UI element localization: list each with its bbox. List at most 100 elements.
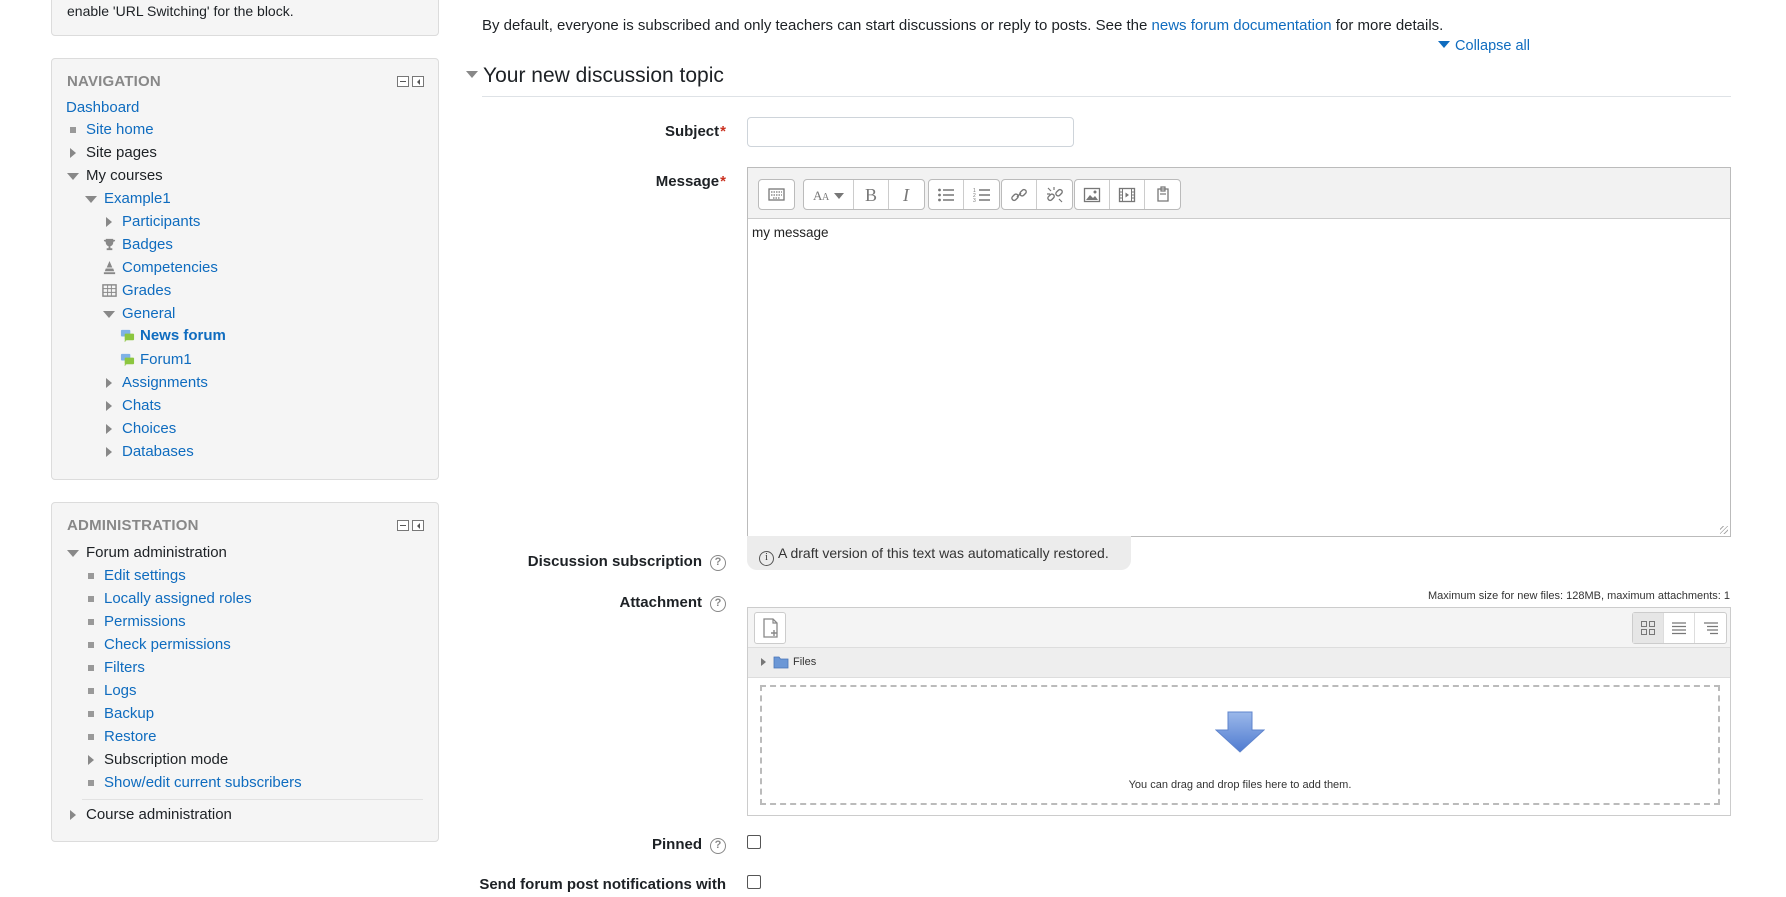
max-size-info: Maximum size for new files: 128MB, maxim… bbox=[1428, 590, 1730, 602]
admin-label[interactable]: Course administration bbox=[86, 805, 232, 825]
admin-label[interactable]: Edit settings bbox=[104, 566, 186, 586]
nav-label[interactable]: My courses bbox=[86, 166, 163, 186]
nav-label[interactable]: Grades bbox=[122, 281, 171, 301]
keyboard-icon bbox=[768, 188, 785, 201]
help-icon[interactable]: ? bbox=[710, 596, 726, 612]
admin-label[interactable]: Permissions bbox=[104, 612, 186, 632]
insert-media-button[interactable] bbox=[1110, 180, 1145, 209]
italic-button[interactable]: I bbox=[889, 180, 924, 209]
expand-icon[interactable] bbox=[106, 217, 112, 227]
nav-label[interactable]: Dashboard bbox=[66, 98, 139, 118]
collapse-all-label[interactable]: Collapse all bbox=[1455, 38, 1530, 54]
manage-files-button[interactable] bbox=[1145, 180, 1180, 209]
unlink-icon bbox=[1046, 186, 1063, 202]
nav-label[interactable]: Site home bbox=[86, 120, 154, 140]
link-button[interactable] bbox=[1002, 180, 1037, 209]
collapse-icon[interactable] bbox=[85, 196, 97, 203]
top-block: enable 'URL Switching' for the block. bbox=[51, 0, 439, 36]
section-header[interactable]: Your new discussion topic bbox=[466, 64, 724, 88]
dock-icon[interactable] bbox=[412, 520, 424, 531]
block-controls bbox=[397, 76, 424, 87]
expand-icon[interactable] bbox=[88, 755, 94, 765]
expand-icon[interactable] bbox=[761, 658, 766, 666]
bullet-icon bbox=[88, 596, 94, 602]
admin-label[interactable]: Check permissions bbox=[104, 635, 231, 655]
nav-label[interactable]: Forum1 bbox=[140, 350, 192, 370]
ordered-list-button[interactable]: 123 bbox=[964, 180, 999, 209]
bold-button[interactable]: B bbox=[854, 180, 889, 209]
help-icon[interactable]: ? bbox=[710, 838, 726, 854]
nav-label[interactable]: Databases bbox=[122, 442, 194, 462]
message-editor[interactable]: AA B I 123 my message bbox=[747, 167, 1731, 537]
tree-view-button[interactable] bbox=[1695, 613, 1726, 643]
nav-label[interactable]: Chats bbox=[122, 396, 161, 416]
nav-label[interactable]: Assignments bbox=[122, 373, 208, 393]
bullet-icon bbox=[88, 688, 94, 694]
admin-label[interactable]: Restore bbox=[104, 727, 157, 747]
files-folder-label[interactable]: Files bbox=[793, 656, 816, 668]
info-icon: i bbox=[759, 551, 774, 566]
subject-label-text: Subject bbox=[664, 123, 720, 140]
toolbar-group: AA B I bbox=[803, 179, 925, 210]
admin-label[interactable]: Backup bbox=[104, 704, 154, 724]
message-textarea[interactable]: my message bbox=[748, 219, 1730, 246]
toolbar-group: 123 bbox=[928, 179, 1000, 210]
paragraph-styles-button[interactable]: AA bbox=[804, 180, 854, 209]
notify-label: Send forum post notifications with bbox=[479, 876, 726, 893]
icon-view-button[interactable] bbox=[1633, 613, 1664, 643]
admin-label[interactable]: Logs bbox=[104, 681, 137, 701]
nav-label[interactable]: Site pages bbox=[86, 143, 157, 163]
add-file-button[interactable] bbox=[754, 612, 786, 644]
admin-label[interactable]: Filters bbox=[104, 658, 145, 678]
nav-label[interactable]: Badges bbox=[122, 235, 173, 255]
expand-icon[interactable] bbox=[106, 401, 112, 411]
discussion-subscription-label: Discussion subscription? bbox=[528, 553, 726, 571]
collapse-icon[interactable] bbox=[67, 550, 79, 557]
toolbar-group bbox=[1001, 179, 1073, 210]
expand-icon[interactable] bbox=[70, 148, 76, 158]
notify-label-text: Send forum post notifications with bbox=[479, 876, 726, 893]
list-view-button[interactable] bbox=[1664, 613, 1695, 643]
file-drop-zone[interactable]: You can drag and drop files here to add … bbox=[760, 685, 1720, 805]
insert-image-button[interactable] bbox=[1075, 180, 1110, 209]
subject-input[interactable] bbox=[747, 117, 1074, 147]
admin-label[interactable]: Forum administration bbox=[86, 543, 227, 563]
add-file-icon bbox=[763, 618, 778, 638]
nav-label[interactable]: Participants bbox=[122, 212, 200, 232]
nav-label[interactable]: News forum bbox=[140, 326, 226, 346]
expand-icon[interactable] bbox=[70, 810, 76, 820]
admin-label[interactable]: Show/edit current subscribers bbox=[104, 773, 302, 793]
news-forum-documentation-link[interactable]: news forum documentation bbox=[1152, 17, 1332, 34]
nav-label[interactable]: Example1 bbox=[104, 189, 171, 209]
forum-icon bbox=[120, 353, 135, 367]
subject-label: Subject* bbox=[665, 123, 726, 140]
files-icon bbox=[1156, 186, 1169, 202]
bullet-icon bbox=[88, 780, 94, 786]
bold-icon: B bbox=[865, 186, 877, 204]
nav-label[interactable]: General bbox=[122, 304, 175, 324]
minimize-icon[interactable] bbox=[397, 76, 409, 87]
expand-icon[interactable] bbox=[106, 447, 112, 457]
expand-icon[interactable] bbox=[106, 378, 112, 388]
nav-label[interactable]: Choices bbox=[122, 419, 176, 439]
collapse-icon[interactable] bbox=[466, 71, 478, 78]
help-icon[interactable]: ? bbox=[710, 555, 726, 571]
unordered-list-button[interactable] bbox=[929, 180, 964, 209]
collapse-icon[interactable] bbox=[67, 173, 79, 180]
admin-label[interactable]: Locally assigned roles bbox=[104, 589, 252, 609]
collapse-all-link[interactable]: Collapse all bbox=[1438, 38, 1530, 54]
expand-icon[interactable] bbox=[106, 424, 112, 434]
notify-checkbox[interactable] bbox=[747, 875, 761, 889]
collapse-icon[interactable] bbox=[103, 311, 115, 318]
svg-text:B: B bbox=[865, 186, 877, 204]
toolbar-toggle-button[interactable] bbox=[759, 180, 794, 209]
svg-text:3: 3 bbox=[973, 198, 976, 203]
draft-restored-notice: i A draft version of this text was automa… bbox=[747, 536, 1131, 570]
admin-label[interactable]: Subscription mode bbox=[104, 750, 228, 770]
unlink-button[interactable] bbox=[1037, 180, 1072, 209]
nav-label[interactable]: Competencies bbox=[122, 258, 218, 278]
dock-icon[interactable] bbox=[412, 76, 424, 87]
resize-handle[interactable] bbox=[1720, 526, 1728, 534]
pinned-checkbox[interactable] bbox=[747, 835, 761, 849]
minimize-icon[interactable] bbox=[397, 520, 409, 531]
